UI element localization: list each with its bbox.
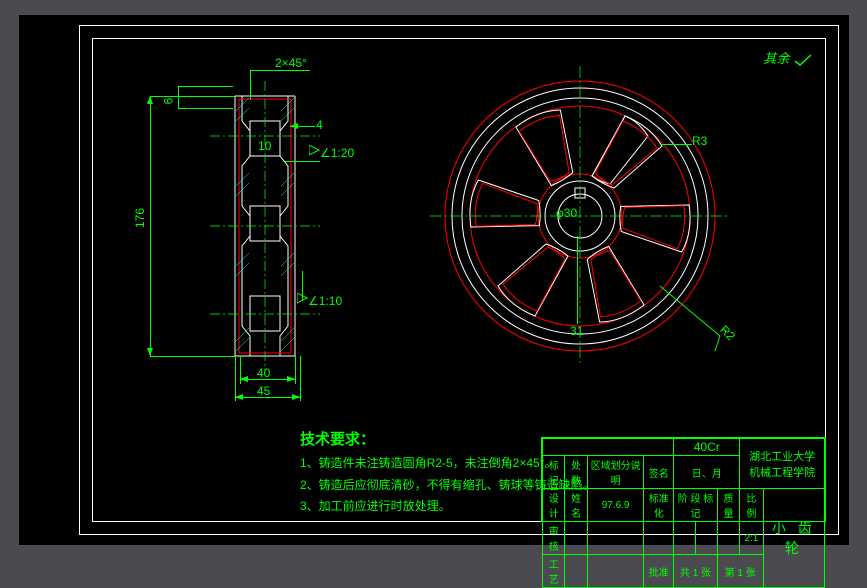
ext-line [178, 86, 233, 87]
tb-chk: 审核 [543, 522, 565, 555]
ext-line [300, 356, 301, 401]
ext-line [240, 356, 241, 384]
tb-proc: 工艺 [543, 555, 565, 588]
tb-date: 日、月 [674, 456, 740, 489]
tb-scale: 比例 [740, 489, 763, 522]
dim-line [178, 86, 179, 108]
dim-40: 40 [257, 366, 270, 380]
dim-31: 31 [570, 324, 583, 338]
dim-line [150, 96, 151, 356]
dim-176: 176 [133, 208, 147, 228]
ext-line [235, 356, 236, 401]
leader-line [285, 161, 320, 162]
dim-r3: R3 [692, 134, 707, 148]
title-block-table: 40Cr 湖北工业大学 机械工程学院 标记 处数 区域划分说明 签名 日、月 设… [542, 438, 825, 588]
dim-6: 6 [161, 98, 175, 105]
tb-zone: 处数 [565, 456, 587, 489]
dim-taper-bot: ∠1:10 [308, 294, 342, 308]
ext-line [295, 356, 296, 384]
dim-10: 10 [258, 139, 271, 153]
tb-std: 标准化 [644, 489, 674, 522]
leader-line [660, 144, 692, 145]
surface-finish-mark: 其余 [763, 48, 813, 67]
tb-mark: 标记 [543, 456, 565, 489]
tb-wt: 质量 [717, 489, 739, 522]
dim-4: 4 [316, 118, 323, 132]
tb-desc: 区域划分说明 [587, 456, 644, 489]
tb-date2: 97.6.9 [587, 489, 644, 522]
title-block: 40Cr 湖北工业大学 机械工程学院 标记 处数 区域划分说明 签名 日、月 设… [541, 437, 826, 522]
check-icon [793, 53, 813, 67]
school-line1: 湖北工业大学 [742, 448, 822, 464]
tb-design: 设计 [543, 489, 565, 522]
arrow-icon [147, 348, 153, 356]
taper-icon [309, 145, 321, 157]
leader-line [577, 236, 578, 324]
dim-dia30: φ30 [556, 206, 577, 220]
leader-line [250, 70, 251, 100]
dim-45: 45 [257, 384, 270, 398]
arrow-icon [292, 394, 300, 400]
taper-icon [297, 293, 309, 305]
tb-scale-val: 2:1 [740, 522, 763, 555]
ext-line [150, 96, 235, 97]
leader-line [302, 271, 303, 301]
dim-line [235, 397, 300, 398]
arrow-icon [235, 394, 243, 400]
tb-sheet: 共 1 张 [674, 555, 718, 588]
surface-finish-text: 其余 [763, 51, 789, 66]
cad-canvas[interactable]: 其余 [18, 14, 850, 546]
ext-line [178, 108, 233, 109]
leader-line [250, 70, 310, 71]
part-name: 小 齿 轮 [763, 489, 824, 588]
section-view [150, 66, 390, 386]
school-line2: 机械工程学院 [742, 464, 822, 480]
ext-line [150, 356, 235, 357]
tb-name: 姓名 [565, 489, 587, 522]
arrow-icon [240, 376, 248, 382]
dim-chamfer: 2×45° [275, 56, 307, 70]
dim-taper-top: ∠1:20 [320, 146, 354, 160]
tb-sheet2: 第 1 张 [717, 555, 763, 588]
tb-stage: 阶 段 标 记 [674, 489, 718, 522]
drawing-frame: 其余 [79, 25, 839, 535]
arrow-icon [290, 123, 298, 129]
arrow-icon [287, 376, 295, 382]
arrow-icon [147, 96, 153, 104]
material: 40Cr [674, 439, 740, 456]
r2-leader [650, 276, 740, 366]
tb-appr: 批准 [644, 555, 674, 588]
tb-sig: 签名 [644, 456, 674, 489]
